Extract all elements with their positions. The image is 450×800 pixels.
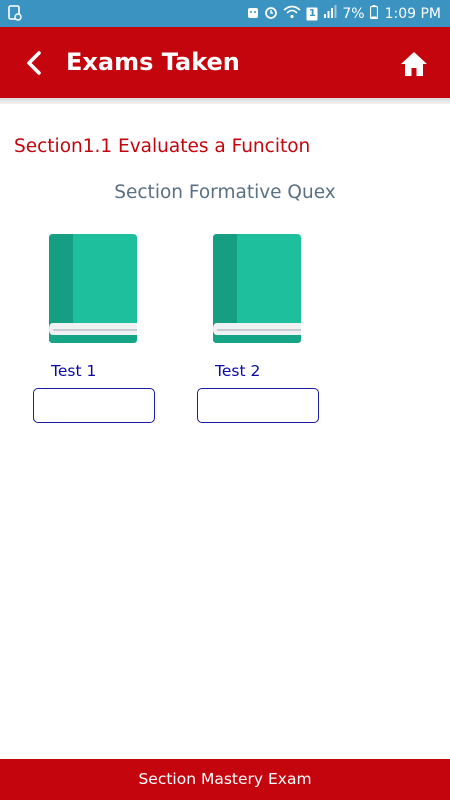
home-icon <box>401 52 427 76</box>
test-2-input[interactable] <box>197 388 319 423</box>
chevron-left-icon <box>27 51 41 75</box>
section-mastery-exam-button[interactable]: Section Mastery Exam <box>0 759 450 800</box>
subsection-title: Section Formative Quex <box>114 182 336 203</box>
status-bar: 1 7% 1:09 PM <box>0 0 450 27</box>
signal-icon <box>323 4 337 23</box>
book-icon[interactable] <box>211 232 303 344</box>
battery-percent: 7% <box>342 5 365 22</box>
battery-icon <box>369 4 378 23</box>
status-time: 1:09 PM <box>384 5 441 22</box>
app-bar: Exams Taken <box>0 27 450 98</box>
screen-record-icon <box>8 5 22 21</box>
test-label: Test 2 <box>215 362 261 380</box>
back-button[interactable] <box>22 47 52 79</box>
app-bar-shadow <box>0 98 450 104</box>
test-1-input[interactable] <box>33 388 155 423</box>
android-icon <box>247 5 259 23</box>
home-button[interactable] <box>399 49 429 79</box>
test-label: Test 1 <box>51 362 97 380</box>
section-heading: Section1.1 Evaluates a Funciton <box>14 136 311 157</box>
page-title: Exams Taken <box>66 48 240 76</box>
wifi-icon <box>283 5 301 23</box>
alarm-icon <box>264 5 278 23</box>
sim-icon: 1 <box>306 7 318 21</box>
book-icon[interactable] <box>47 232 139 344</box>
status-icons: 1 7% 1:09 PM <box>247 0 441 27</box>
sim-number: 1 <box>308 7 316 19</box>
